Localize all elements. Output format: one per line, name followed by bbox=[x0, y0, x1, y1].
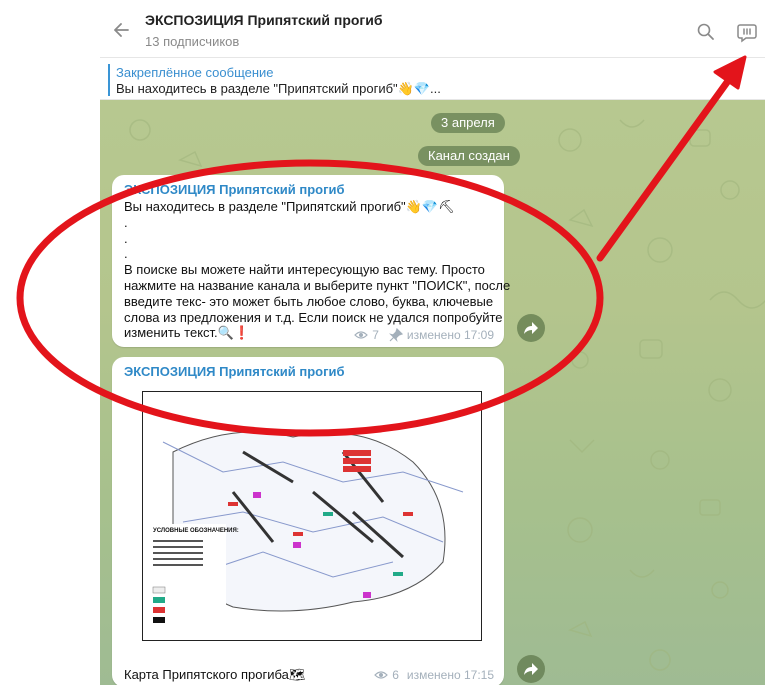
pin-icon bbox=[388, 328, 403, 342]
pinned-accent-line bbox=[108, 64, 110, 96]
view-count: 6 bbox=[392, 668, 399, 682]
message-text: Вы находитесь в разделе "Припятский прог… bbox=[124, 199, 511, 341]
message-line: . bbox=[124, 230, 128, 246]
pinned-message-bar[interactable]: Закреплённое сообщение Вы находитесь в р… bbox=[100, 58, 765, 100]
message-bubble[interactable]: ЭКСПОЗИЦИЯ Припятский прогиб Вы находите… bbox=[112, 175, 511, 347]
forward-button[interactable] bbox=[517, 314, 545, 342]
channel-created-notice: Канал создан bbox=[418, 146, 520, 166]
edited-time: изменено 17:09 bbox=[406, 328, 494, 342]
discussion-icon[interactable] bbox=[736, 22, 758, 44]
back-arrow-icon[interactable] bbox=[112, 20, 132, 40]
message-line: . bbox=[124, 246, 128, 262]
forward-icon bbox=[524, 663, 538, 675]
eye-icon bbox=[374, 671, 389, 679]
date-separator: 3 апреля bbox=[431, 113, 505, 133]
subscriber-count: 13 подписчиков bbox=[145, 34, 240, 49]
message-line: слова из предложения и т.д. Если поиск н… bbox=[124, 309, 503, 325]
map-legend-title: УСЛОВНЫЕ ОБОЗНАЧЕНИЯ: bbox=[153, 528, 239, 534]
message-sender[interactable]: ЭКСПОЗИЦИЯ Припятский прогиб bbox=[124, 182, 345, 197]
eye-icon bbox=[354, 331, 369, 339]
map-photo[interactable]: УСЛОВНЫЕ ОБОЗНАЧЕНИЯ: bbox=[142, 391, 482, 641]
message-bubble[interactable]: ЭКСПОЗИЦИЯ Припятский прогиб УСЛОВНЫЕ ОБ… bbox=[112, 357, 504, 685]
telegram-chat-window: ЭКСПОЗИЦИЯ Припятский прогиб 13 подписчи… bbox=[100, 0, 765, 685]
chat-header: ЭКСПОЗИЦИЯ Припятский прогиб 13 подписчи… bbox=[100, 0, 765, 58]
message-line: . bbox=[124, 214, 128, 230]
message-meta: 7 изменено 17:09 bbox=[354, 328, 494, 342]
message-line: В поиске вы можете найти интересующую ва… bbox=[124, 262, 485, 278]
message-area: 3 апреля Канал создан ЭКСПОЗИЦИЯ Припятс… bbox=[100, 100, 765, 685]
message-sender[interactable]: ЭКСПОЗИЦИЯ Припятский прогиб bbox=[124, 364, 345, 379]
message-line: нажмите на название канала и выберите пу… bbox=[124, 277, 511, 293]
left-blank-area bbox=[0, 0, 100, 685]
channel-title[interactable]: ЭКСПОЗИЦИЯ Припятский прогиб bbox=[145, 12, 383, 28]
photo-caption: Карта Припятского прогиба🗺 bbox=[124, 667, 306, 682]
forward-button[interactable] bbox=[517, 655, 545, 683]
forward-icon bbox=[524, 322, 538, 334]
view-count: 7 bbox=[372, 328, 379, 342]
pinned-text: Вы находитесь в разделе "Припятский прог… bbox=[116, 81, 441, 96]
message-meta: 6 изменено 17:15 bbox=[374, 668, 494, 682]
search-icon[interactable] bbox=[696, 22, 716, 42]
pinned-title: Закреплённое сообщение bbox=[116, 65, 274, 80]
message-line: введите текс- это может быть любое слово… bbox=[124, 293, 494, 309]
map-drawing: УСЛОВНЫЕ ОБОЗНАЧЕНИЯ: bbox=[151, 431, 464, 634]
message-line: Вы находитесь в разделе "Припятский прог… bbox=[124, 199, 455, 214]
edited-time: изменено 17:15 bbox=[406, 668, 494, 682]
